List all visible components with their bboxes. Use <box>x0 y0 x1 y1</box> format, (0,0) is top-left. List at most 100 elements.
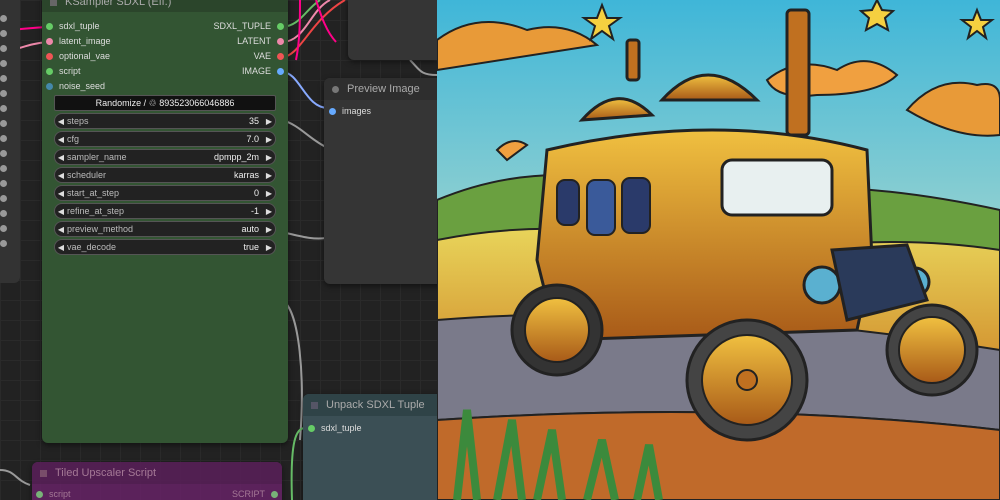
tiled-title: Tiled Upscaler Script <box>55 467 157 479</box>
slot-label: optional_vae <box>59 51 111 61</box>
ksampler-title: KSampler SDXL (Eff.) <box>65 0 172 8</box>
slot-label: script <box>59 66 81 76</box>
widget-cfg[interactable]: ◀ cfg 7.0 ▶ <box>54 131 276 147</box>
decrement-arrow-icon[interactable]: ◀ <box>55 189 67 198</box>
preview-title: Preview Image <box>347 83 420 95</box>
widget-steps[interactable]: ◀ steps 35 ▶ <box>54 113 276 129</box>
increment-arrow-icon[interactable]: ▶ <box>263 189 275 198</box>
slot-dot-icon <box>329 107 336 115</box>
unpack-title: Unpack SDXL Tuple <box>326 399 425 411</box>
collapse-icon[interactable] <box>332 85 339 93</box>
slot-label: SDXL_TUPLE <box>213 21 271 31</box>
decrement-arrow-icon[interactable]: ◀ <box>55 171 67 180</box>
increment-arrow-icon[interactable]: ▶ <box>263 171 275 180</box>
slot-label: latent_image <box>59 36 111 46</box>
widget-refine-at-step[interactable]: ◀ refine_at_step -1 ▶ <box>54 203 276 219</box>
widget-scheduler[interactable]: ◀ scheduler karras ▶ <box>54 167 276 183</box>
widget-name: steps <box>67 116 89 126</box>
increment-arrow-icon[interactable]: ▶ <box>263 225 275 234</box>
slot-label: VAE <box>253 51 271 61</box>
slot-dot-icon <box>277 67 284 75</box>
slot-label: IMAGE <box>241 66 271 76</box>
input-slot-optional-vae[interactable]: optional_vae <box>46 50 110 62</box>
ksampler-title-bar[interactable]: KSampler SDXL (Eff.) <box>42 0 288 12</box>
widget-value: true <box>243 242 259 252</box>
increment-arrow-icon[interactable]: ▶ <box>263 243 275 252</box>
collapse-icon[interactable] <box>40 469 47 477</box>
widget-name: vae_decode <box>67 242 117 252</box>
seed-control-button[interactable]: Randomize / ♲ 893523066046886 <box>54 95 276 111</box>
node-graph-canvas[interactable]: KSampler SDXL (Eff.) sdxl_tuple latent_i… <box>0 0 437 500</box>
slot-dot-icon <box>277 52 284 60</box>
tiled-title-bar[interactable]: Tiled Upscaler Script <box>32 462 282 484</box>
widget-start-at-step[interactable]: ◀ start_at_step 0 ▶ <box>54 185 276 201</box>
input-slot-images[interactable]: images <box>329 105 371 117</box>
output-slot-sdxl-tuple[interactable]: SDXL_TUPLE <box>213 20 284 32</box>
slot-dot-icon <box>46 67 53 75</box>
widget-value: -1 <box>250 206 259 216</box>
preview-title-bar[interactable]: Preview Image <box>324 78 437 100</box>
slot-label: script <box>49 489 71 499</box>
widget-name: start_at_step <box>67 188 120 198</box>
widget-name: scheduler <box>67 170 107 180</box>
collapse-icon[interactable] <box>311 401 318 409</box>
widget-value: auto <box>241 224 259 234</box>
collapse-icon[interactable] <box>50 0 57 6</box>
steampunk-car-illustration <box>437 0 1000 500</box>
increment-arrow-icon[interactable]: ▶ <box>263 153 275 162</box>
slot-dot-icon <box>308 424 315 432</box>
widget-value: 0 <box>253 188 259 198</box>
widget-name: sampler_name <box>67 152 127 162</box>
decrement-arrow-icon[interactable]: ◀ <box>55 243 67 252</box>
generated-image <box>437 0 1000 500</box>
slot-label: sdxl_tuple <box>59 21 100 31</box>
slot-dot-icon <box>36 490 43 498</box>
decrement-arrow-icon[interactable]: ◀ <box>55 225 67 234</box>
tiled-upscaler-node[interactable]: Tiled Upscaler Script script SCRIPT <box>32 462 282 500</box>
slot-dot-icon <box>46 52 53 60</box>
widget-name: preview_method <box>67 224 134 234</box>
widget-name: cfg <box>67 134 80 144</box>
slot-dot-icon <box>46 37 53 45</box>
widget-sampler-name[interactable]: ◀ sampler_name dpmpp_2m ▶ <box>54 149 276 165</box>
preview-image-node[interactable]: Preview Image images <box>324 78 437 284</box>
unpack-title-bar[interactable]: Unpack SDXL Tuple <box>303 394 437 416</box>
seed-control-label: Randomize / ♲ 893523066046886 <box>95 97 235 108</box>
widget-vae-decode[interactable]: ◀ vae_decode true ▶ <box>54 239 276 255</box>
slot-dot-icon <box>46 22 53 30</box>
input-slot-tiled-script[interactable]: script <box>36 488 71 500</box>
input-slot-latent-image[interactable]: latent_image <box>46 35 111 47</box>
slot-label: images <box>342 106 372 116</box>
decrement-arrow-icon[interactable]: ◀ <box>55 207 67 216</box>
slot-label: LATENT <box>237 36 271 46</box>
left-node-edge <box>0 0 20 283</box>
partial-node-top[interactable] <box>348 0 437 60</box>
increment-arrow-icon[interactable]: ▶ <box>263 207 275 216</box>
output-slot-tiled-script[interactable]: SCRIPT <box>232 488 278 500</box>
input-slot-script[interactable]: script <box>46 65 81 77</box>
widget-name: refine_at_step <box>67 206 125 216</box>
slot-label: sdxl_tuple <box>321 423 362 433</box>
output-slot-vae[interactable]: VAE <box>254 50 284 62</box>
ksampler-node[interactable]: KSampler SDXL (Eff.) sdxl_tuple latent_i… <box>42 0 288 443</box>
slot-label: SCRIPT <box>231 489 265 499</box>
slot-dot-icon <box>277 37 284 45</box>
slot-dot-icon <box>271 490 278 498</box>
input-slot-noise-seed[interactable]: noise_seed <box>46 80 105 92</box>
decrement-arrow-icon[interactable]: ◀ <box>55 135 67 144</box>
increment-arrow-icon[interactable]: ▶ <box>263 117 275 126</box>
widget-preview-method[interactable]: ◀ preview_method auto ▶ <box>54 221 276 237</box>
widget-value: dpmpp_2m <box>213 152 259 162</box>
slot-dot-icon <box>46 82 53 90</box>
widget-value: 7.0 <box>246 134 259 144</box>
decrement-arrow-icon[interactable]: ◀ <box>55 117 67 126</box>
unpack-sdxl-tuple-node[interactable]: Unpack SDXL Tuple sdxl_tuple <box>303 394 437 500</box>
increment-arrow-icon[interactable]: ▶ <box>263 135 275 144</box>
input-slot-sdxl-tuple[interactable]: sdxl_tuple <box>46 20 100 32</box>
output-slot-latent[interactable]: LATENT <box>237 35 284 47</box>
slot-label: noise_seed <box>59 81 106 91</box>
output-slot-image[interactable]: IMAGE <box>242 65 284 77</box>
decrement-arrow-icon[interactable]: ◀ <box>55 153 67 162</box>
widget-value: karras <box>233 170 259 180</box>
input-slot-sdxl-tuple-unpack[interactable]: sdxl_tuple <box>308 422 362 434</box>
